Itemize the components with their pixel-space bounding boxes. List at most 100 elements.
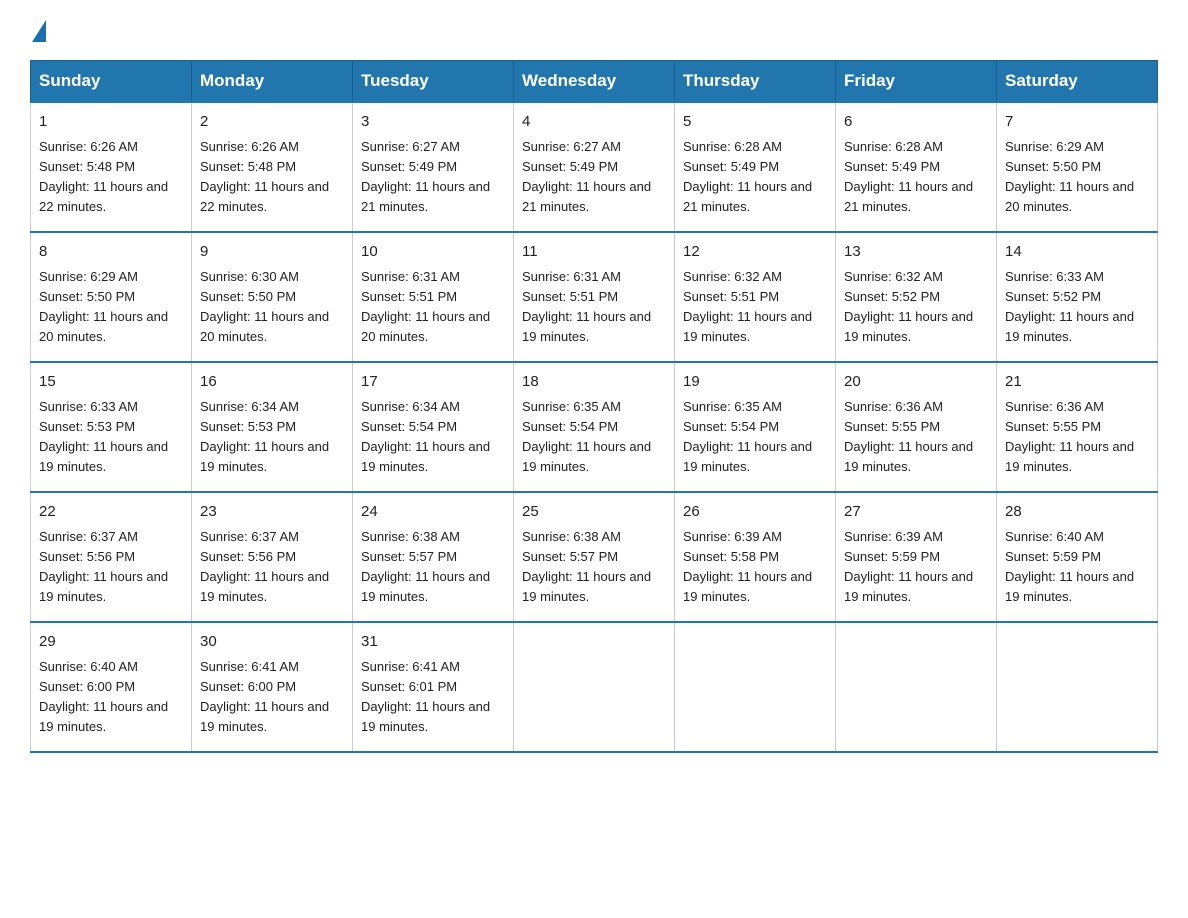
day-info: Sunrise: 6:27 AMSunset: 5:49 PMDaylight:…: [522, 137, 666, 218]
header-thursday: Thursday: [675, 61, 836, 103]
day-number: 11: [522, 241, 666, 264]
header-friday: Friday: [836, 61, 997, 103]
day-info: Sunrise: 6:40 AMSunset: 6:00 PMDaylight:…: [39, 657, 183, 738]
calendar-week-row: 1 Sunrise: 6:26 AMSunset: 5:48 PMDaylight…: [31, 102, 1158, 232]
day-info: Sunrise: 6:38 AMSunset: 5:57 PMDaylight:…: [522, 527, 666, 608]
day-number: 29: [39, 631, 183, 654]
calendar-day-cell: 1Sunrise: 6:26 AMSunset: 5:48 PMDaylight…: [31, 102, 192, 232]
day-number: 5: [683, 111, 827, 134]
calendar-day-cell: 6 Sunrise: 6:28 AMSunset: 5:49 PMDaylight…: [836, 102, 997, 232]
header-monday: Monday: [192, 61, 353, 103]
day-number: 12: [683, 241, 827, 264]
day-number: 10: [361, 241, 505, 264]
day-number: 4: [522, 111, 666, 134]
header-sunday: Sunday: [31, 61, 192, 103]
day-info: Sunrise: 6:38 AMSunset: 5:57 PMDaylight:…: [361, 527, 505, 608]
calendar-day-cell: 16 Sunrise: 6:34 AMSunset: 5:53 PMDayligh…: [192, 362, 353, 492]
calendar-day-cell: [675, 622, 836, 752]
page-header: [30, 20, 1158, 42]
calendar-day-cell: [997, 622, 1158, 752]
day-info: Sunrise: 6:26 AMSunset: 5:48 PMDaylight:…: [200, 137, 344, 218]
calendar-day-cell: 22 Sunrise: 6:37 AMSunset: 5:56 PMDayligh…: [31, 492, 192, 622]
calendar-day-cell: 31 Sunrise: 6:41 AMSunset: 6:01 PMDayligh…: [353, 622, 514, 752]
header-wednesday: Wednesday: [514, 61, 675, 103]
day-number: 25: [522, 501, 666, 524]
calendar-day-cell: 21 Sunrise: 6:36 AMSunset: 5:55 PMDayligh…: [997, 362, 1158, 492]
day-info: Sunrise: 6:41 AMSunset: 6:01 PMDaylight:…: [361, 657, 505, 738]
day-number: 28: [1005, 501, 1149, 524]
day-info: Sunrise: 6:31 AMSunset: 5:51 PMDaylight:…: [361, 267, 505, 348]
calendar-day-cell: 18Sunrise: 6:35 AMSunset: 5:54 PMDayligh…: [514, 362, 675, 492]
calendar-day-cell: 28 Sunrise: 6:40 AMSunset: 5:59 PMDayligh…: [997, 492, 1158, 622]
day-info: Sunrise: 6:39 AMSunset: 5:59 PMDaylight:…: [844, 527, 988, 608]
calendar-day-cell: 25 Sunrise: 6:38 AMSunset: 5:57 PMDayligh…: [514, 492, 675, 622]
calendar-day-cell: 10 Sunrise: 6:31 AMSunset: 5:51 PMDayligh…: [353, 232, 514, 362]
day-number: 15: [39, 371, 183, 394]
calendar-day-cell: [514, 622, 675, 752]
day-number: 23: [200, 501, 344, 524]
calendar-day-cell: 24 Sunrise: 6:38 AMSunset: 5:57 PMDayligh…: [353, 492, 514, 622]
calendar-day-cell: 4 Sunrise: 6:27 AMSunset: 5:49 PMDaylight…: [514, 102, 675, 232]
day-number: 6: [844, 111, 988, 134]
calendar-day-cell: 3 Sunrise: 6:27 AMSunset: 5:49 PMDaylight…: [353, 102, 514, 232]
day-info: Sunrise: 6:33 AMSunset: 5:52 PMDaylight:…: [1005, 267, 1149, 348]
day-info: Sunrise: 6:36 AMSunset: 5:55 PMDaylight:…: [844, 397, 988, 478]
calendar-week-row: 8 Sunrise: 6:29 AMSunset: 5:50 PMDaylight…: [31, 232, 1158, 362]
day-info: Sunrise: 6:33 AMSunset: 5:53 PMDaylight:…: [39, 397, 183, 478]
calendar-day-cell: 26Sunrise: 6:39 AMSunset: 5:58 PMDayligh…: [675, 492, 836, 622]
day-info: Sunrise: 6:37 AMSunset: 5:56 PMDaylight:…: [39, 527, 183, 608]
calendar-day-cell: 8 Sunrise: 6:29 AMSunset: 5:50 PMDaylight…: [31, 232, 192, 362]
day-number: 16: [200, 371, 344, 394]
day-info: Sunrise: 6:41 AMSunset: 6:00 PMDaylight:…: [200, 657, 344, 738]
calendar-day-cell: 27Sunrise: 6:39 AMSunset: 5:59 PMDayligh…: [836, 492, 997, 622]
calendar-day-cell: 7 Sunrise: 6:29 AMSunset: 5:50 PMDaylight…: [997, 102, 1158, 232]
logo-triangle-icon: [32, 20, 46, 42]
calendar-header-row: SundayMondayTuesdayWednesdayThursdayFrid…: [31, 61, 1158, 103]
day-info: Sunrise: 6:29 AMSunset: 5:50 PMDaylight:…: [39, 267, 183, 348]
day-number: 3: [361, 111, 505, 134]
calendar-day-cell: 9 Sunrise: 6:30 AMSunset: 5:50 PMDaylight…: [192, 232, 353, 362]
calendar-day-cell: 19 Sunrise: 6:35 AMSunset: 5:54 PMDayligh…: [675, 362, 836, 492]
day-info: Sunrise: 6:37 AMSunset: 5:56 PMDaylight:…: [200, 527, 344, 608]
day-number: 1: [39, 111, 183, 134]
day-info: Sunrise: 6:28 AMSunset: 5:49 PMDaylight:…: [844, 137, 988, 218]
header-saturday: Saturday: [997, 61, 1158, 103]
calendar-day-cell: 30 Sunrise: 6:41 AMSunset: 6:00 PMDayligh…: [192, 622, 353, 752]
day-number: 7: [1005, 111, 1149, 134]
calendar-day-cell: 12Sunrise: 6:32 AMSunset: 5:51 PMDayligh…: [675, 232, 836, 362]
day-number: 21: [1005, 371, 1149, 394]
day-number: 19: [683, 371, 827, 394]
calendar-table: SundayMondayTuesdayWednesdayThursdayFrid…: [30, 60, 1158, 753]
day-info: Sunrise: 6:34 AMSunset: 5:54 PMDaylight:…: [361, 397, 505, 478]
calendar-day-cell: 2Sunrise: 6:26 AMSunset: 5:48 PMDaylight…: [192, 102, 353, 232]
day-info: Sunrise: 6:35 AMSunset: 5:54 PMDaylight:…: [683, 397, 827, 478]
day-number: 17: [361, 371, 505, 394]
day-info: Sunrise: 6:30 AMSunset: 5:50 PMDaylight:…: [200, 267, 344, 348]
day-info: Sunrise: 6:34 AMSunset: 5:53 PMDaylight:…: [200, 397, 344, 478]
day-number: 22: [39, 501, 183, 524]
calendar-day-cell: 13Sunrise: 6:32 AMSunset: 5:52 PMDayligh…: [836, 232, 997, 362]
calendar-day-cell: 20Sunrise: 6:36 AMSunset: 5:55 PMDayligh…: [836, 362, 997, 492]
calendar-day-cell: 29 Sunrise: 6:40 AMSunset: 6:00 PMDayligh…: [31, 622, 192, 752]
logo: [30, 20, 48, 42]
calendar-day-cell: 5 Sunrise: 6:28 AMSunset: 5:49 PMDaylight…: [675, 102, 836, 232]
calendar-day-cell: 23 Sunrise: 6:37 AMSunset: 5:56 PMDayligh…: [192, 492, 353, 622]
day-number: 8: [39, 241, 183, 264]
calendar-week-row: 15 Sunrise: 6:33 AMSunset: 5:53 PMDayligh…: [31, 362, 1158, 492]
calendar-day-cell: 11 Sunrise: 6:31 AMSunset: 5:51 PMDayligh…: [514, 232, 675, 362]
day-info: Sunrise: 6:40 AMSunset: 5:59 PMDaylight:…: [1005, 527, 1149, 608]
day-number: 30: [200, 631, 344, 654]
day-info: Sunrise: 6:29 AMSunset: 5:50 PMDaylight:…: [1005, 137, 1149, 218]
day-number: 31: [361, 631, 505, 654]
day-info: Sunrise: 6:28 AMSunset: 5:49 PMDaylight:…: [683, 137, 827, 218]
day-number: 9: [200, 241, 344, 264]
day-info: Sunrise: 6:39 AMSunset: 5:58 PMDaylight:…: [683, 527, 827, 608]
day-number: 14: [1005, 241, 1149, 264]
calendar-week-row: 29 Sunrise: 6:40 AMSunset: 6:00 PMDayligh…: [31, 622, 1158, 752]
day-info: Sunrise: 6:36 AMSunset: 5:55 PMDaylight:…: [1005, 397, 1149, 478]
day-number: 24: [361, 501, 505, 524]
day-info: Sunrise: 6:27 AMSunset: 5:49 PMDaylight:…: [361, 137, 505, 218]
header-tuesday: Tuesday: [353, 61, 514, 103]
day-info: Sunrise: 6:31 AMSunset: 5:51 PMDaylight:…: [522, 267, 666, 348]
calendar-day-cell: [836, 622, 997, 752]
